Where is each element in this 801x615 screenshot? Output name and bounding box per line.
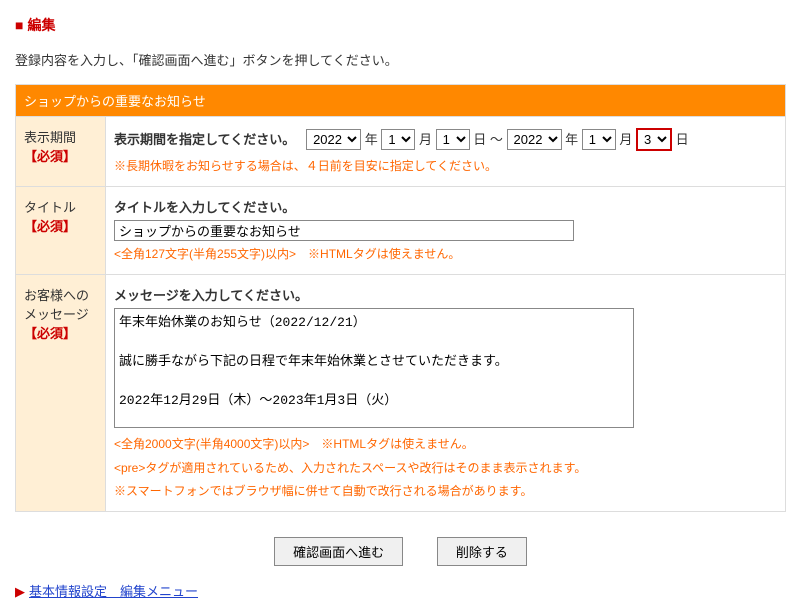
message-note-2: <pre>タグが適用されているため、入力されたスペースや改行はそのまま表示されま… xyxy=(114,459,777,478)
row-period-cell: 表示期間を指定してください。 2022 年 1 月 1 日 ～ 2022 年 1… xyxy=(106,117,786,187)
start-day-select[interactable]: 1 xyxy=(436,129,470,150)
instruction-text: 登録内容を入力し、「確認画面へ進む」ボタンを押してください。 xyxy=(15,50,786,69)
title-required: 【必須】 xyxy=(24,219,76,234)
year-unit-1: 年 xyxy=(365,132,378,147)
delete-button[interactable]: 削除する xyxy=(437,537,527,566)
confirm-button[interactable]: 確認画面へ進む xyxy=(274,537,403,566)
end-day-select[interactable]: 3 xyxy=(636,128,672,151)
end-month-select[interactable]: 1 xyxy=(582,129,616,150)
day-unit-2: 日 xyxy=(676,132,689,147)
title-label: タイトルを入力してください。 xyxy=(114,197,777,216)
message-note-1: <全角2000文字(半角4000文字)以内> ※HTMLタグは使えません。 xyxy=(114,435,777,454)
footer-link-row: ▶ 基本情報設定 編集メニュー xyxy=(15,581,786,600)
row-message-label: お客様へのメッセージ 【必須】 xyxy=(16,275,106,512)
form-table: 表示期間 【必須】 表示期間を指定してください。 2022 年 1 月 1 日 … xyxy=(15,116,786,512)
title-input[interactable] xyxy=(114,220,574,241)
period-label: 表示期間を指定してください。 xyxy=(114,132,295,147)
page-title-text: 編集 xyxy=(27,17,55,33)
message-note-3: ※スマートフォンではブラウザ幅に併せて自動で改行される場合があります。 xyxy=(114,482,777,501)
row-message-cell: メッセージを入力してください。 <全角2000文字(半角4000文字)以内> ※… xyxy=(106,275,786,512)
start-month-select[interactable]: 1 xyxy=(381,129,415,150)
period-required: 【必須】 xyxy=(24,149,76,164)
row-title-label: タイトル 【必須】 xyxy=(16,187,106,275)
start-year-select[interactable]: 2022 xyxy=(306,129,361,150)
row-period-label: 表示期間 【必須】 xyxy=(16,117,106,187)
year-unit-2: 年 xyxy=(565,132,578,147)
day-unit-1: 日 xyxy=(473,132,486,147)
period-note: ※長期休暇をお知らせする場合は、４日前を目安に指定してください。 xyxy=(114,157,777,176)
triangle-icon: ▶ xyxy=(15,584,25,599)
period-th-text: 表示期間 xyxy=(24,130,76,145)
message-th-text: お客様へのメッセージ xyxy=(24,288,89,322)
button-row: 確認画面へ進む 削除する xyxy=(15,537,786,566)
row-title-cell: タイトルを入力してください。 <全角127文字(半角255文字)以内> ※HTM… xyxy=(106,187,786,275)
message-required: 【必須】 xyxy=(24,326,76,341)
title-note: <全角127文字(半角255文字)以内> ※HTMLタグは使えません。 xyxy=(114,245,777,264)
month-unit-1: 月 xyxy=(419,132,432,147)
footer-link[interactable]: 基本情報設定 編集メニュー xyxy=(29,584,198,599)
title-th-text: タイトル xyxy=(24,200,76,215)
bullet-icon: ■ xyxy=(15,17,23,33)
message-textarea[interactable] xyxy=(114,308,634,428)
end-year-select[interactable]: 2022 xyxy=(507,129,562,150)
message-label: メッセージを入力してください。 xyxy=(114,285,777,304)
page-title: ■編集 xyxy=(15,15,786,35)
date-separator: ～ xyxy=(490,132,503,147)
month-unit-2: 月 xyxy=(619,132,632,147)
section-header: ショップからの重要なお知らせ xyxy=(15,84,786,116)
